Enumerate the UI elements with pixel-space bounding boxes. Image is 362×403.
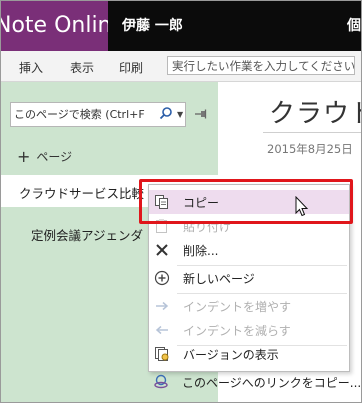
add-page-button[interactable]: + ページ (17, 146, 73, 166)
menu-item-versions[interactable]: バージョンの表示 (149, 342, 349, 366)
page-date: 2015年8月25日 (267, 142, 353, 156)
indent-increase-icon (156, 301, 169, 311)
tab-view[interactable]: 表示 (70, 59, 94, 76)
app-name[interactable]: Note Online (1, 1, 108, 51)
ribbon: 挿入 表示 印刷 実行したい作業を入力してください (1, 51, 361, 82)
delete-icon (156, 244, 168, 256)
link-icon (154, 374, 168, 389)
menu-item-delete[interactable]: 削除... (149, 238, 349, 262)
menu-item-label: インデントを減らす (183, 324, 291, 338)
user-name-overflow: 個 (347, 18, 361, 34)
page-search-box[interactable]: このページで検索 (Ctrl+F ▼ (10, 102, 186, 127)
plus-icon: + (17, 147, 31, 166)
tab-insert[interactable]: 挿入 (19, 59, 43, 76)
menu-item-label: 新しいページ (183, 272, 255, 286)
menu-item-label: バージョンの表示 (183, 348, 279, 362)
onenote-window: Note Online 伊藤 一郎 個 挿入 表示 印刷 実行したい作業を入力し… (0, 0, 362, 403)
indent-decrease-icon (155, 325, 168, 335)
add-page-label: ページ (36, 150, 73, 164)
title-underline (263, 132, 361, 133)
menu-item-label: インデントを増やす (183, 300, 292, 314)
menu-item-label: このページへのリンクをコピー... (182, 376, 362, 390)
menu-item-new-page[interactable]: 新しいページ (149, 266, 349, 290)
chevron-down-icon[interactable]: ▼ (177, 103, 183, 126)
versions-icon (155, 347, 169, 361)
title-bar: Note Online 伊藤 一郎 個 (1, 1, 361, 51)
pin-icon[interactable] (194, 107, 208, 121)
menu-item-copy-link[interactable]: このページへのリンクをコピー... (148, 370, 361, 394)
page-search-placeholder: このページで検索 (Ctrl+F (14, 108, 145, 121)
new-page-icon (154, 270, 170, 286)
annotation-highlight-box (139, 179, 353, 224)
user-name[interactable]: 伊藤 一郎 (122, 15, 183, 35)
tab-print[interactable]: 印刷 (119, 59, 143, 76)
search-icon[interactable] (159, 106, 173, 120)
page-title[interactable]: クラウド (269, 93, 361, 130)
menu-item-indent-increase[interactable]: インデントを増やす (149, 294, 349, 318)
mouse-cursor-icon (295, 196, 309, 217)
page-item-label: クラウドサービス比較 (19, 186, 145, 201)
tell-me-input[interactable]: 実行したい作業を入力してください (167, 56, 355, 75)
menu-item-indent-decrease[interactable]: インデントを減らす (149, 318, 349, 342)
page-item[interactable]: 定例会議アジェンダ (31, 225, 143, 244)
menu-item-label: 削除... (183, 244, 219, 258)
